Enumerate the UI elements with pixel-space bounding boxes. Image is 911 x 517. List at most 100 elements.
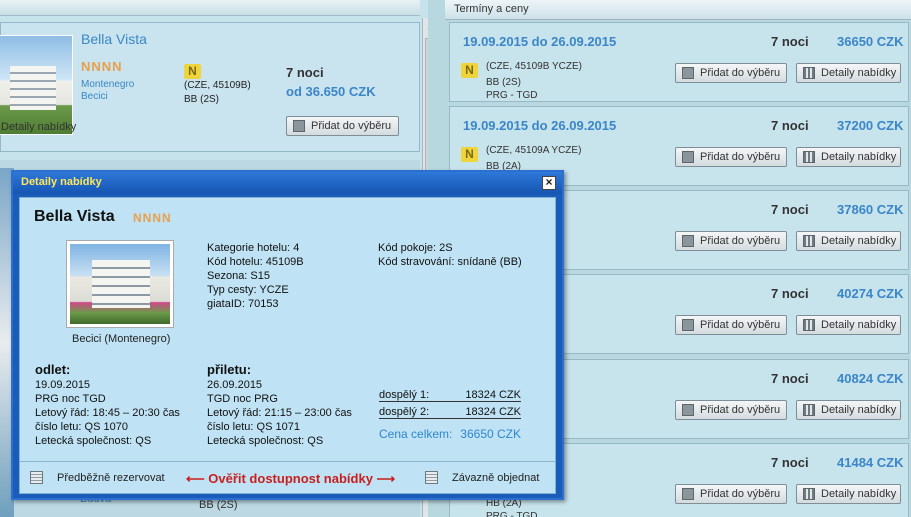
add-icon [682, 319, 694, 331]
add-to-selection-button[interactable]: Přidat do výběru [675, 484, 787, 504]
hotel-nights: 7 noci [286, 65, 324, 80]
term-price: 37200 CZK [837, 118, 904, 133]
add-icon [293, 120, 305, 132]
offer-details-label: Detaily nabídky [821, 404, 897, 416]
offer-details-label: Detaily nabídky [821, 67, 897, 79]
offer-details-label: Detaily nabídky [821, 319, 897, 331]
order-button[interactable]: Závazně objednat [425, 471, 539, 484]
arrival-section: přiletu: 26.09.2015 TGD noc PRG Letový ř… [207, 363, 352, 448]
list-topbar [0, 0, 420, 16]
hotel-board-next: BB (2S) [199, 499, 238, 511]
add-to-selection-button[interactable]: Přidat do výběru [675, 400, 787, 420]
dialog-body: Bella Vista NNNN Becici (Montenegro) Kat… [19, 197, 556, 494]
arrival-schedule: Letový řád: 21:15 – 23:00 čas [207, 407, 352, 419]
details-icon [803, 67, 815, 79]
details-icon [803, 151, 815, 163]
hotel-photo[interactable] [66, 240, 174, 328]
add-to-selection-label: Přidat do výběru [700, 235, 781, 247]
details-icon [803, 488, 815, 500]
add-to-selection-label: Přidat do výběru [700, 488, 781, 500]
add-to-selection-button[interactable]: Přidat do výběru [675, 231, 787, 251]
term-route: PRG - TGD [486, 90, 538, 101]
term-route: PRG - TGD [486, 511, 538, 517]
hotel-code: (CZE, 45109B) [184, 80, 251, 91]
hotel-detail-link[interactable]: Detaily nabídky [1, 121, 76, 133]
departure-flight: číslo letu: QS 1070 [35, 421, 128, 433]
terms-header: Termíny a ceny [445, 0, 911, 20]
add-icon [682, 151, 694, 163]
reserve-icon [30, 471, 43, 484]
hotel-thumbnail[interactable] [0, 35, 73, 135]
tour-operator-icon: N [461, 63, 478, 78]
arrival-date: 26.09.2015 [207, 379, 263, 391]
add-icon [682, 488, 694, 500]
add-to-selection-button[interactable]: Přidat do výběru [675, 147, 787, 167]
term-board: BB (2S) [486, 77, 522, 88]
add-to-selection-label: Přidat do výběru [700, 151, 781, 163]
room-code: Kód pokoje: 2S [378, 242, 453, 254]
term-date: 19.09.2015 do 26.09.2015 [463, 34, 617, 49]
term-price: 37860 CZK [837, 202, 904, 217]
board-code: Kód stravování: snídaně (BB) [378, 256, 522, 268]
term-code: (CZE, 45109B YCZE) [486, 61, 582, 72]
departure-airline: Letecká společnost: QS [35, 435, 152, 447]
hotel-price: od 36.650 CZK [286, 84, 376, 99]
reserve-button[interactable]: Předběžně rezervovat [30, 471, 165, 484]
offer-detail-dialog: Detaily nabídky × Bella Vista NNNN Becic… [11, 170, 564, 500]
departure-route: PRG noc TGD [35, 393, 106, 405]
add-to-selection-label: Přidat do výběru [700, 67, 781, 79]
offer-details-button[interactable]: Detaily nabídky [796, 231, 901, 251]
hotel-card[interactable]: Bella Vista NNNN Montenegro Becici Detai… [0, 22, 420, 152]
add-to-selection-label: Přidat do výběru [700, 404, 781, 416]
hotel-stars: NNNN [81, 59, 123, 74]
term-price: 40824 CZK [837, 371, 904, 386]
term-date: 19.09.2015 do 26.09.2015 [463, 118, 617, 133]
offer-details-label: Detaily nabídky [821, 488, 897, 500]
close-icon[interactable]: × [542, 176, 556, 190]
offer-details-button[interactable]: Detaily nabídky [796, 484, 901, 504]
hotel-city: Becici [81, 91, 108, 102]
photo-caption: Becici (Montenegro) [72, 333, 171, 345]
season: Sezona: S15 [207, 270, 270, 282]
price-adult-1: dospělý 1: 18324 CZK [379, 389, 521, 402]
details-icon [803, 404, 815, 416]
offer-details-button[interactable]: Detaily nabídky [796, 400, 901, 420]
term-nights: 7 noci [771, 34, 809, 49]
scroll-up-icon[interactable]: ▲ [426, 22, 428, 31]
hotel-stars: NNNN [133, 211, 172, 225]
add-icon [682, 235, 694, 247]
add-to-selection-label: Přidat do výběru [311, 120, 392, 132]
offer-details-label: Detaily nabídky [821, 235, 897, 247]
trip-type: Typ cesty: YCZE [207, 284, 289, 296]
hotel-country: Montenegro [81, 79, 135, 90]
add-to-selection-button[interactable]: Přidat do výběru [675, 315, 787, 335]
offer-details-button[interactable]: Detaily nabídky [796, 147, 901, 167]
order-icon [425, 471, 438, 484]
offer-details-button[interactable]: Detaily nabídky [796, 315, 901, 335]
hotel-name: Bella Vista [34, 208, 115, 225]
dialog-footer: Předběžně rezervovat ⟵ Ověřit dostupnost… [20, 461, 555, 493]
add-to-selection-button[interactable]: Přidat do výběru [286, 116, 399, 136]
term-nights: 7 noci [771, 371, 809, 386]
offer-details-button[interactable]: Detaily nabídky [796, 63, 901, 83]
departure-date: 19.09.2015 [35, 379, 91, 391]
term-price: 36650 CZK [837, 34, 904, 49]
departure-section: odlet: 19.09.2015 PRG noc TGD Letový řád… [35, 363, 180, 448]
term-nights: 7 noci [771, 455, 809, 470]
details-icon [803, 235, 815, 247]
term-nights: 7 noci [771, 286, 809, 301]
term-row[interactable]: 19.09.2015 do 26.09.2015 7 noci 36650 CZK N… [449, 22, 909, 102]
hotel-name[interactable]: Bella Vista [81, 31, 147, 47]
room-info: Kód pokoje: 2S Kód stravování: snídaně (… [378, 241, 522, 269]
offer-details-label: Detaily nabídky [821, 151, 897, 163]
add-to-selection-button[interactable]: Přidat do výběru [675, 63, 787, 83]
add-icon [682, 67, 694, 79]
arrival-flight: číslo letu: QS 1071 [207, 421, 300, 433]
arrival-route: TGD noc PRG [207, 393, 278, 405]
hotel-info: Kategorie hotelu: 4 Kód hotelu: 45109B S… [207, 241, 304, 311]
verify-availability-link[interactable]: ⟵ Ověřit dostupnost nabídky ⟶ [186, 471, 395, 487]
details-icon [803, 319, 815, 331]
add-to-selection-label: Přidat do výběru [700, 319, 781, 331]
term-nights: 7 noci [771, 118, 809, 133]
departure-schedule: Letový řád: 18:45 – 20:30 čas [35, 407, 180, 419]
